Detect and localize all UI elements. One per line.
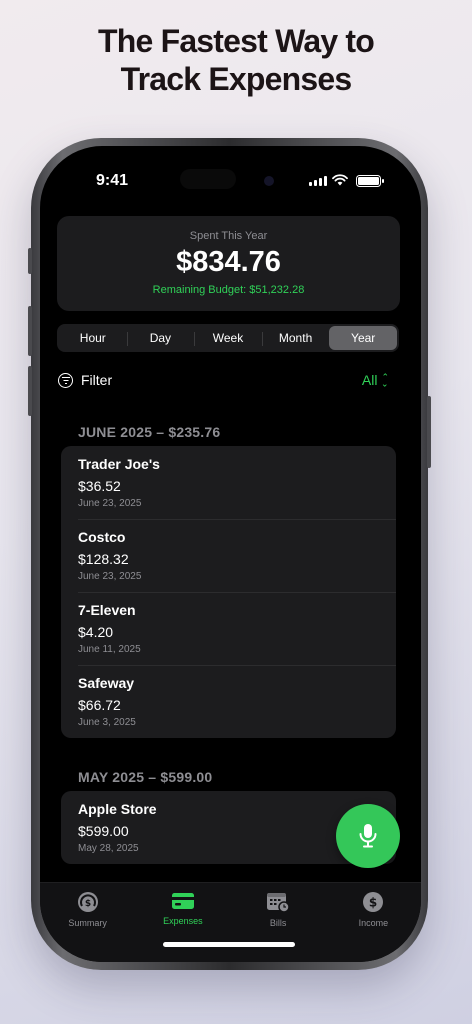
power-button [427,396,431,468]
expense-amount: $66.72 [78,697,121,713]
expense-name: Apple Store [78,801,157,817]
expense-name: 7-Eleven [78,602,136,618]
segment-month[interactable]: Month [261,326,330,350]
tab-summary[interactable]: $ Summary [40,883,135,962]
filter-button[interactable]: Filter [58,372,112,388]
segment-hour[interactable]: Hour [59,326,127,350]
expense-amount: $36.52 [78,478,121,494]
tab-bills[interactable]: Bills [231,883,326,962]
tab-expenses[interactable]: Expenses [135,883,230,962]
expense-name: Costco [78,529,126,545]
expense-date: May 28, 2025 [78,843,139,854]
phone-screen: 9:41 Spent This Year $834.76 Remaining B… [40,146,421,962]
expense-date: June 23, 2025 [78,571,142,582]
wifi-icon [332,174,348,186]
cellular-signal-icon [309,176,327,186]
tab-label: Income [358,918,389,928]
tab-label: Summary [68,918,107,928]
status-time: 9:41 [96,172,129,189]
spent-label: Spent This Year [189,230,268,242]
expense-amount: $599.00 [78,823,129,839]
action-button [28,248,32,274]
dynamic-island [180,169,236,189]
volume-down-button [28,366,32,416]
expense-date: June 3, 2025 [78,717,136,728]
tab-label: Bills [269,918,287,928]
svg-text:$: $ [84,899,90,909]
voice-input-button[interactable] [336,804,400,868]
segment-week[interactable]: Week [194,326,262,350]
svg-text:$: $ [369,896,377,910]
headline-line-2: Track Expenses [120,61,353,97]
expense-row[interactable]: 7-Eleven $4.20 June 11, 2025 [61,592,396,665]
tab-label: Expenses [163,916,203,926]
remaining-budget: Remaining Budget: $51,232.28 [152,284,305,296]
expense-name: Trader Joe's [78,456,160,472]
filter-all-selector[interactable]: All ⌃ ⌃ [362,372,389,388]
filter-icon [58,372,73,388]
expense-amount: $128.32 [78,551,129,567]
tab-income[interactable]: $ Income [326,883,421,962]
camera-icon [264,176,274,186]
home-indicator[interactable] [163,942,295,947]
expense-amount: $4.20 [78,624,114,640]
expense-date: June 23, 2025 [78,498,142,509]
expense-name: Safeway [78,675,135,691]
spent-summary-card: Spent This Year $834.76 Remaining Budget… [57,216,400,311]
segment-day[interactable]: Day [126,326,195,350]
period-segmented-control: Hour Day Week Month Year [57,324,399,352]
group-title-may: MAY 2025 – $599.00 [78,769,213,785]
battery-icon [356,175,384,187]
expense-date: June 11, 2025 [78,644,141,655]
filter-label: Filter [81,372,113,388]
expense-row[interactable]: Costco $128.32 June 23, 2025 [61,519,396,592]
gauge-dollar-icon: $ [77,892,98,912]
expense-row[interactable]: Trader Joe's $36.52 June 23, 2025 [61,446,396,519]
tab-bar: $ Summary Expenses Bills $ Income [40,882,421,962]
chevron-up-down-icon: ⌃ ⌃ [381,372,389,389]
group-card-june: Trader Joe's $36.52 June 23, 2025 Costco… [61,446,396,738]
microphone-icon [359,824,377,848]
group-title-june: JUNE 2025 – $235.76 [78,424,221,440]
dollar-circle-icon: $ [363,892,384,912]
expense-row[interactable]: Safeway $66.72 June 3, 2025 [61,665,396,738]
headline-line-1: The Fastest Way to [97,23,375,59]
volume-up-button [28,306,32,356]
headline: The Fastest Way to Track Expenses [0,22,472,98]
segment-year[interactable]: Year [329,326,397,350]
filter-value: All [361,372,378,388]
credit-card-icon [171,893,194,909]
spent-amount: $834.76 [176,246,281,278]
calendar-clock-icon [267,893,290,913]
